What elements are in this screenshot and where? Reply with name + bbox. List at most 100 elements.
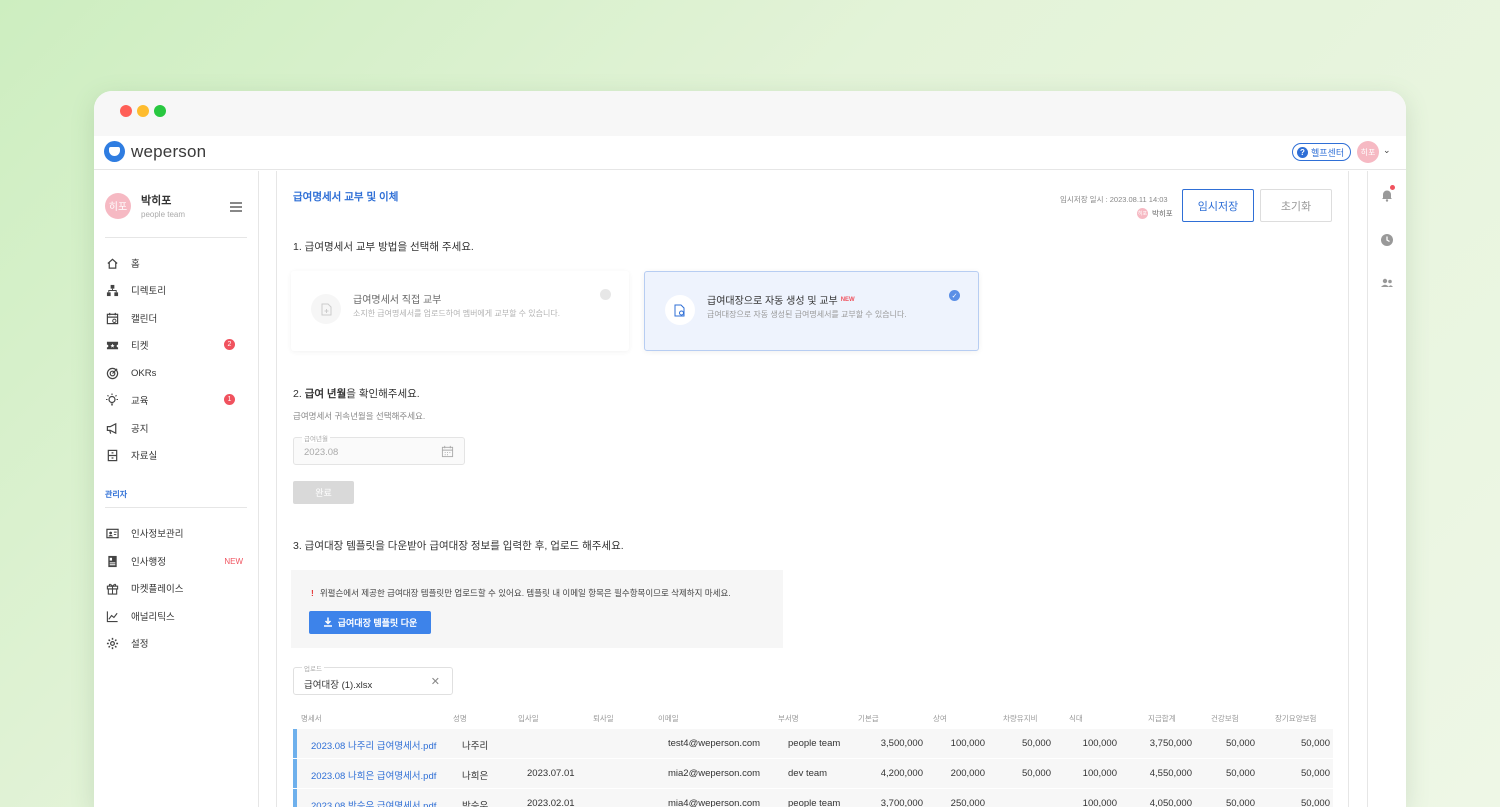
column-header: 기본급 (858, 714, 879, 723)
target-icon (105, 366, 119, 380)
table-cell-department: dev team (788, 768, 828, 779)
notice-text: ! 위펄슨에서 제공한 급여대장 템플릿만 업로드할 수 있어요. 템플릿 내 이… (311, 587, 731, 599)
temp-save-button[interactable]: 임시저장 (1182, 189, 1254, 222)
chart-line-icon (105, 609, 119, 623)
pay-month-field[interactable]: 급여년월 2023.08 (293, 433, 465, 465)
sidebar-item-settings[interactable]: 설정 (105, 634, 247, 652)
payslip-link[interactable]: 2023.08 나희은 급여명세서.pdf (311, 768, 436, 782)
sidebar-item-analytics[interactable]: 애널리틱스 (105, 607, 247, 625)
minimize-window-button[interactable] (137, 105, 149, 117)
checkmark-icon[interactable]: ✓ (949, 290, 960, 301)
sidebar-item-education[interactable]: 교육 1 (105, 391, 247, 409)
id-card-icon (105, 526, 119, 540)
user-avatar[interactable]: 히포 (1357, 141, 1379, 163)
table-cell-name: 나주리 (462, 741, 489, 752)
sidebar-item-label: 인사정보관리 (131, 529, 184, 540)
table-cell-bonus: 250,000 (950, 798, 985, 807)
sidebar-item-marketplace[interactable]: 마켓플레이스 (105, 579, 247, 597)
upload-field[interactable]: 업로드 급여대장 (1).xlsx ✕ (293, 663, 453, 695)
gear-icon (105, 636, 119, 650)
app-window: weperson ? 헬프센터 히포 ⌄ 히포 박히포 people team … (94, 91, 1406, 807)
table-row[interactable]: 2023.08 나주리 급여명세서.pdf 나주리 test4@weperson… (293, 729, 1333, 758)
table-cell-total: 4,550,000 (1149, 768, 1192, 779)
chevron-down-icon[interactable]: ⌄ (1383, 145, 1391, 156)
window-titlebar (94, 91, 1406, 136)
column-header: 퇴사일 (593, 714, 614, 723)
table-row[interactable]: 2023.08 나희은 급여명세서.pdf 나희은 2023.07.01 mia… (293, 759, 1333, 788)
payslip-link[interactable]: 2023.08 나주리 급여명세서.pdf (311, 738, 436, 752)
radio-unchecked-icon[interactable] (600, 289, 611, 300)
maximize-window-button[interactable] (154, 105, 166, 117)
sidebar-item-ticket[interactable]: 티켓 2 (105, 336, 247, 354)
file-gear-icon (665, 295, 695, 325)
calendar-icon[interactable] (441, 445, 454, 458)
logo-icon (104, 141, 125, 162)
sidebar-item-calendar[interactable]: 캘린더 (105, 309, 247, 327)
sidebar-item-notice[interactable]: 공지 (105, 419, 247, 437)
home-icon (105, 256, 119, 270)
close-icon[interactable]: ✕ (431, 675, 440, 688)
sidebar-item-hr-admin[interactable]: 인사행정 NEW (105, 552, 247, 570)
megaphone-icon (105, 421, 119, 435)
sidebar-item-archive[interactable]: 자료실 (105, 446, 247, 464)
app-header: weperson ? 헬프센터 히포 ⌄ (94, 136, 1406, 170)
right-rail (1367, 171, 1406, 807)
sidebar: 히포 박히포 people team 홈 디렉토리 캘린더 티켓 2 OKRs … (94, 171, 259, 807)
table-cell-base-pay: 4,200,000 (880, 768, 923, 779)
pay-month-label: 급여년월 (302, 433, 330, 443)
table-cell-department: people team (788, 738, 841, 749)
help-center-button[interactable]: ? 헬프센터 (1292, 143, 1352, 161)
table-cell-join-date: 2023.07.01 (527, 768, 575, 779)
ticket-count-badge: 2 (224, 339, 235, 350)
table-cell-email: test4@weperson.com (668, 738, 761, 749)
sidebar-item-label: 마켓플레이스 (131, 584, 184, 595)
column-header: 건강보험 (1211, 714, 1239, 723)
people-icon[interactable] (1380, 276, 1394, 290)
column-header: 지급합계 (1148, 714, 1176, 723)
sidebar-item-label: 공지 (131, 424, 149, 435)
step2-hint: 급여명세서 귀속년월을 선택해주세요. (293, 411, 426, 421)
table-cell-meal: 100,000 (1082, 768, 1117, 779)
table-row[interactable]: 2023.08 박승우 급여명세서.pdf 박승우 2023.02.01 mia… (293, 789, 1333, 807)
divider (105, 507, 247, 508)
page-title: 급여명세서 교부 및 이체 (293, 191, 399, 203)
new-tag: NEW (840, 297, 855, 303)
bell-icon[interactable] (1380, 188, 1394, 202)
profile-name: 박히포 (141, 195, 172, 207)
table-cell-join-date: 2023.02.01 (527, 798, 575, 807)
download-template-label: 급여대장 템플릿 다운 (337, 618, 418, 628)
download-template-button[interactable]: 급여대장 템플릿 다운 (309, 611, 431, 634)
question-icon: ? (1297, 146, 1308, 158)
option-direct-issue[interactable]: 급여명세서 직접 교부 소지한 급여명세서를 업로드하여 멤버에게 교부할 수 … (291, 271, 629, 351)
sidebar-item-directory[interactable]: 디렉토리 (105, 281, 247, 299)
profile[interactable]: 히포 박히포 people team (105, 192, 185, 219)
confirm-button[interactable]: 완료 (293, 481, 354, 504)
option-auto-generate[interactable]: 급여대장으로 자동 생성 및 교부 NEW 급여대장으로 자동 생성된 급여명세서… (644, 271, 979, 351)
payslip-link[interactable]: 2023.08 박승우 급여명세서.pdf (311, 798, 436, 807)
sidebar-item-home[interactable]: 홈 (105, 254, 247, 272)
sidebar-item-hr-info[interactable]: 인사정보관리 (105, 524, 247, 542)
option-description: 소지한 급여명세서를 업로드하여 멤버에게 교부할 수 있습니다. (353, 309, 560, 318)
divider (105, 237, 247, 238)
lightbulb-icon (105, 393, 119, 407)
table-cell-health: 50,000 (1225, 798, 1255, 807)
calendar-icon (105, 311, 119, 325)
sidebar-item-label: 캘린더 (131, 314, 158, 325)
main-content: 급여명세서 교부 및 이체 임시저장 일시 : 2023.08.11 14:03… (276, 171, 1349, 807)
template-notice: ! 위펄슨에서 제공한 급여대장 템플릿만 업로드할 수 있어요. 템플릿 내 이… (291, 570, 783, 648)
close-window-button[interactable] (120, 105, 132, 117)
help-center-label: 헬프센터 (1311, 147, 1345, 158)
clock-icon[interactable] (1380, 233, 1394, 247)
reset-button[interactable]: 초기화 (1260, 189, 1332, 222)
step2-label: 2. 급여 년월을 확인해주세요. (293, 386, 420, 401)
logo[interactable]: weperson (104, 141, 206, 162)
hamburger-menu-icon[interactable] (230, 202, 242, 214)
table-cell-long-term-care: 50,000 (1300, 798, 1330, 807)
file-icon (311, 294, 341, 324)
table-cell-name: 박승우 (462, 801, 489, 807)
table-cell-total: 3,750,000 (1149, 738, 1192, 749)
sidebar-item-label: OKRs (131, 367, 157, 379)
sidebar-item-okrs[interactable]: OKRs (105, 364, 247, 382)
upload-label: 업로드 (302, 663, 324, 673)
sidebar-item-label: 교육 (131, 396, 149, 407)
